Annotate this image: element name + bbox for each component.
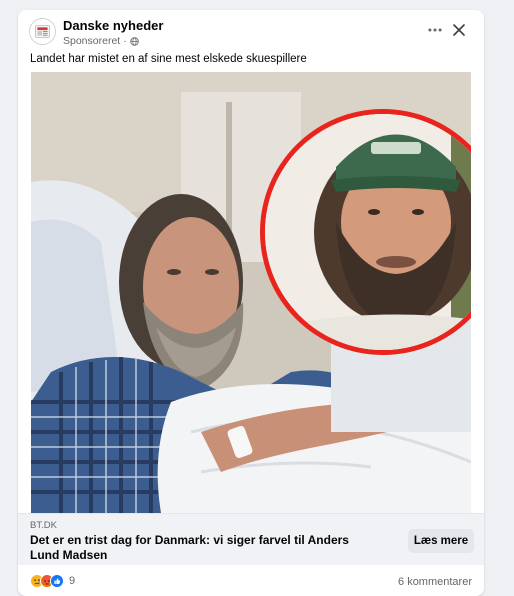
post-header: Danske nyheder Sponsoreret · (18, 10, 484, 52)
like-reaction-icon (50, 574, 64, 588)
link-domain: BT.DK (30, 520, 57, 531)
reaction-count: 9 (69, 575, 76, 587)
separator-dot: · (123, 35, 127, 47)
post-text: Landet har mistet en af sine mest elsked… (30, 53, 307, 65)
post-image[interactable] (31, 72, 471, 513)
read-more-button[interactable]: Læs mere (408, 529, 474, 553)
close-button[interactable] (450, 21, 468, 39)
sponsored-post-card: Danske nyheder Sponsoreret · Landet har … (18, 10, 484, 596)
link-title[interactable]: Det er en trist dag for Danmark: vi sige… (30, 533, 375, 563)
close-icon (453, 24, 465, 36)
comments-count-link[interactable]: 6 kommentarer (398, 576, 472, 588)
reactions-summary[interactable]: 9 (30, 574, 75, 588)
post-footer: 9 6 kommentarer (18, 566, 484, 596)
globe-icon (129, 36, 139, 46)
sponsored-line: Sponsoreret · (63, 35, 139, 47)
link-preview[interactable]: BT.DK Det er en trist dag for Danmark: v… (18, 513, 484, 565)
sponsored-label[interactable]: Sponsoreret (63, 35, 120, 47)
more-options-button[interactable] (424, 22, 446, 38)
hospital-photo-illustration (31, 72, 471, 513)
more-horizontal-icon (428, 28, 442, 32)
page-name[interactable]: Danske nyheder (63, 18, 163, 33)
page-avatar[interactable] (29, 18, 56, 45)
page-logo-icon (30, 19, 55, 44)
